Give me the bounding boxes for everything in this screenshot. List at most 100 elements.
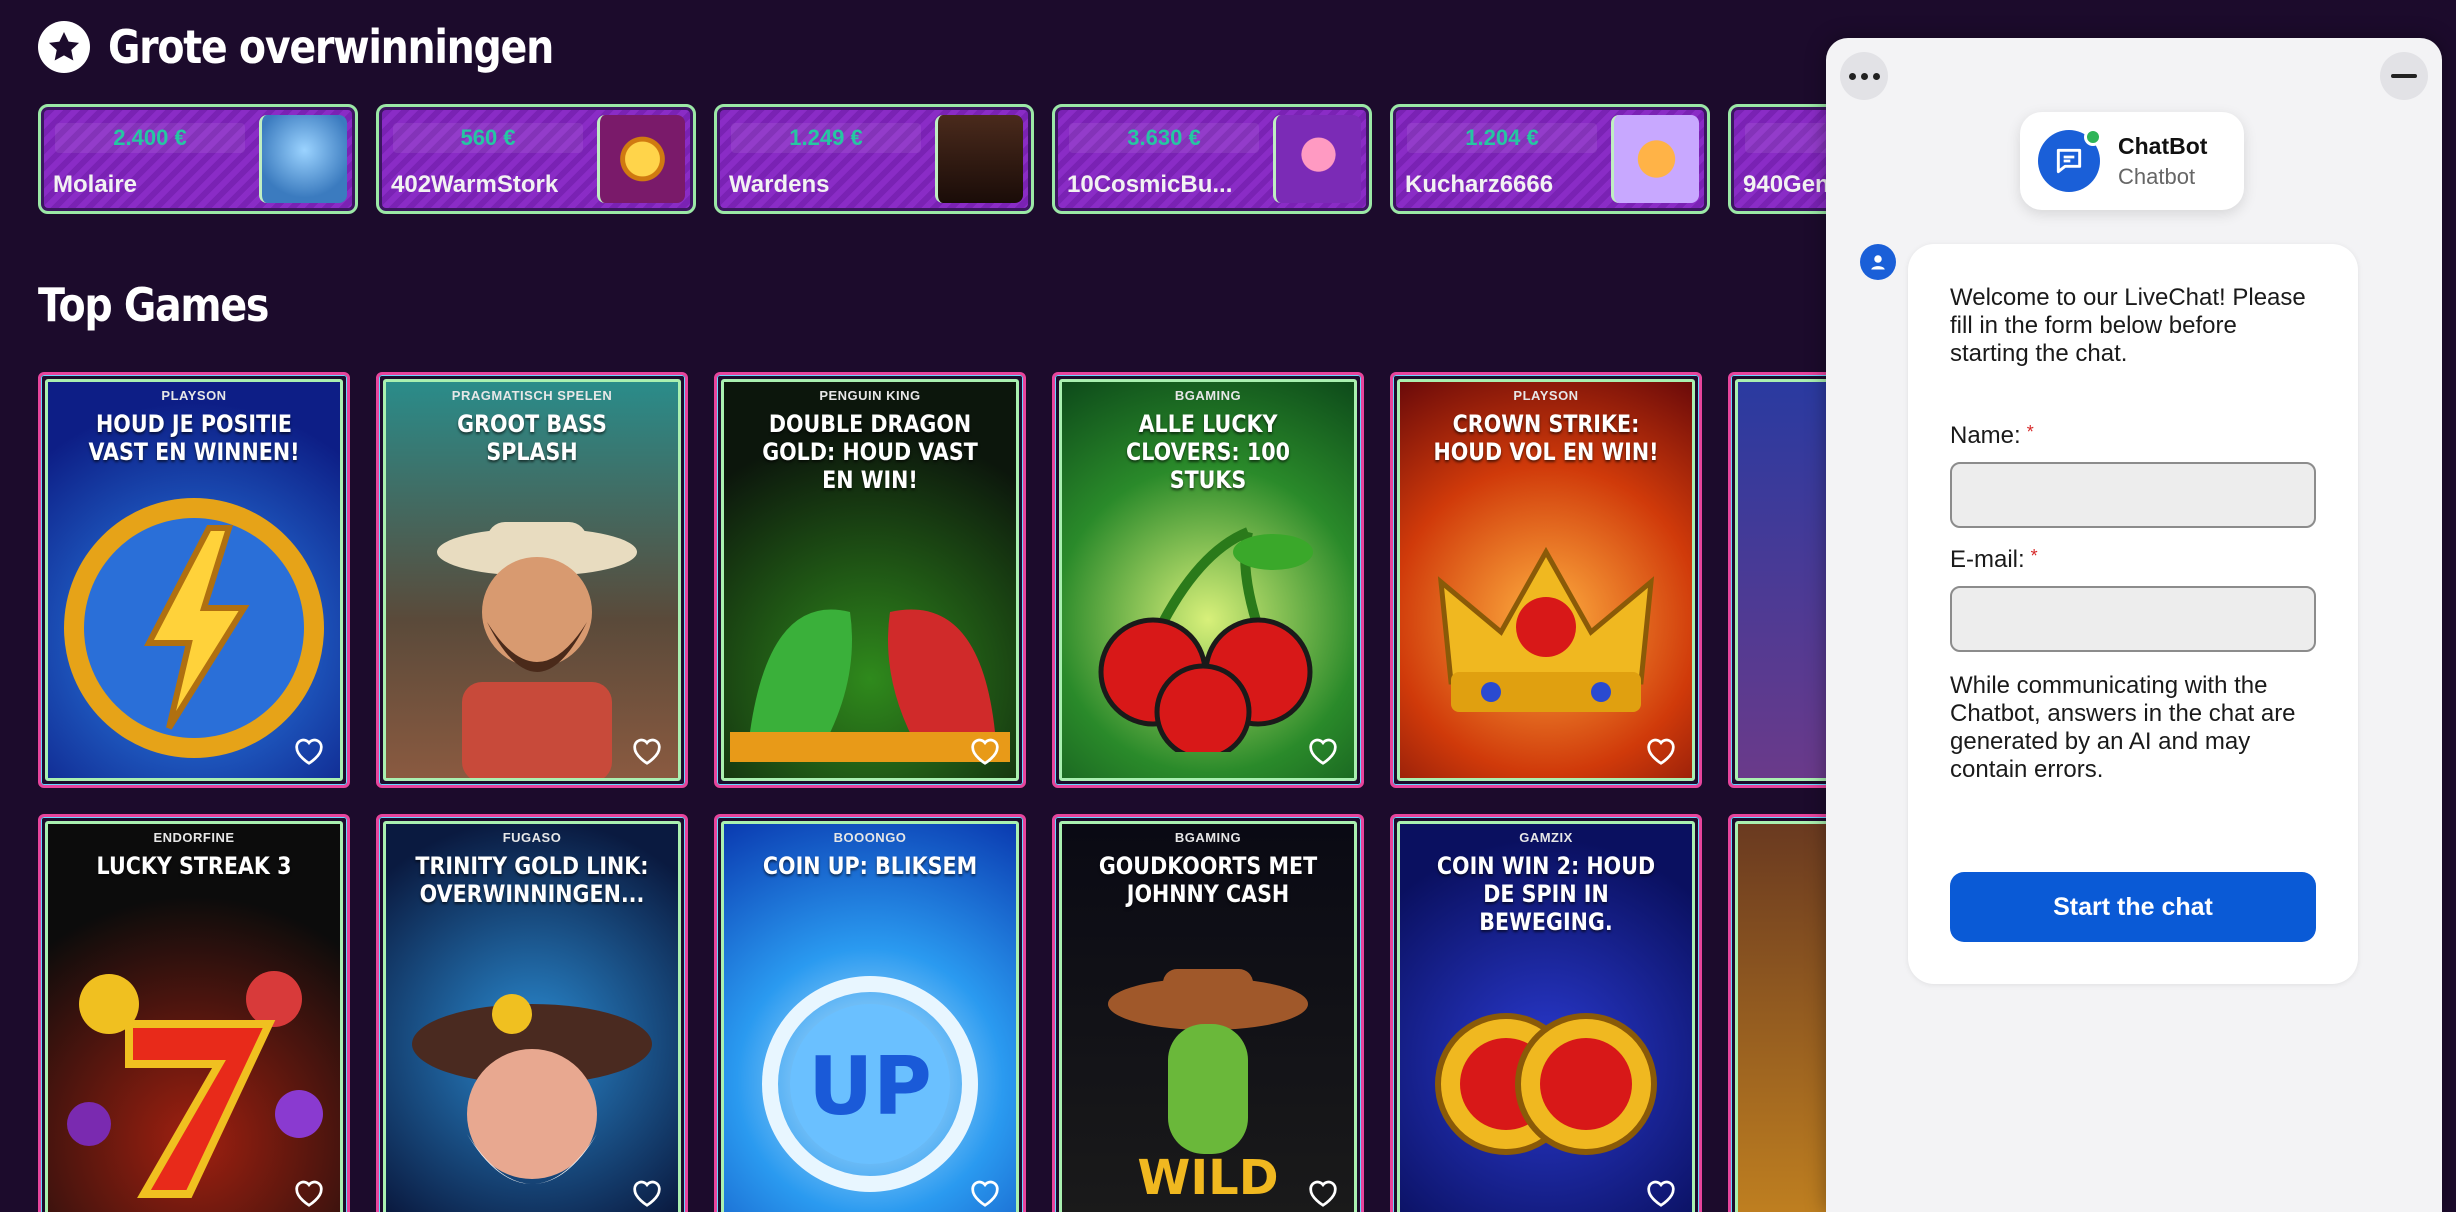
miner-art [412, 994, 652, 1184]
win-amount: 2.400 € [55, 123, 245, 153]
favorite-heart-icon[interactable] [1644, 736, 1678, 766]
favorite-heart-icon[interactable] [1306, 736, 1340, 766]
game-provider: ENDORFINE [153, 830, 235, 845]
game-title: LUCKY STREAK 3 [96, 852, 292, 880]
game-tile[interactable]: BOOONGO COIN UP: BLIKSEM UP [714, 814, 1026, 1212]
game-thumbnail [1611, 115, 1699, 203]
required-mark: * [2030, 546, 2038, 566]
game-provider: PRAGMATISCH SPELEN [451, 388, 613, 403]
gold-coins-art [1435, 1013, 1657, 1155]
win-amount: 3.630 € [1069, 123, 1259, 153]
game-title: GROOT BASS SPLASH [457, 410, 607, 466]
win-card[interactable]: 560 € 402WarmStork [376, 104, 696, 214]
win-player: Molaire [53, 171, 138, 198]
livechat-widget: ChatBot Chatbot Welcome to our LiveChat!… [1826, 38, 2442, 1212]
name-input[interactable] [1950, 462, 2316, 528]
chatbot-avatar [2038, 128, 2102, 192]
game-title: ALLE LUCKY CLOVERS: 100 STUKS [1126, 410, 1290, 494]
win-card[interactable]: 1.249 € Wardens [714, 104, 1034, 214]
win-amount: 1.204 € [1407, 123, 1597, 153]
prechat-form: Welcome to our LiveChat! Please fill in … [1908, 244, 2358, 984]
game-tile[interactable]: PENGUIN KING DOUBLE DRAGON GOLD: HOUD VA… [714, 372, 1026, 788]
game-title: GOUDKOORTS MET JOHNNY CASH [1098, 852, 1318, 908]
game-title: DOUBLE DRAGON GOLD: HOUD VAST EN WIN! [762, 410, 978, 494]
cherries-art [1098, 527, 1313, 752]
game-provider: PENGUIN KING [819, 388, 921, 403]
win-card[interactable]: 1.204 € Kucharz6666 [1390, 104, 1710, 214]
big-wins-strip: 2.400 € Molaire 560 € 402WarmStork 1.249… [38, 104, 2048, 214]
game-tile[interactable]: PLAYSON HOUD JE POSITIE VAST EN WINNEN! [38, 372, 350, 788]
win-player: Kucharz6666 [1405, 171, 1554, 198]
game-provider: BOOONGO [833, 830, 907, 845]
game-title: HOUD JE POSITIE VAST EN WINNEN! [88, 410, 300, 466]
game-title: COIN WIN 2: HOUD DE SPIN IN BEWEGING. [1436, 852, 1656, 936]
win-amount: 1.249 € [731, 123, 921, 153]
game-tile[interactable]: PLAYSON CROWN STRIKE: HOUD VOL EN WIN! [1390, 372, 1702, 788]
game-provider: GAMZIX [1519, 830, 1573, 845]
star-icon [38, 21, 90, 73]
game-provider: PLAYSON [1513, 388, 1579, 403]
online-status-dot [2084, 128, 2102, 146]
favorite-heart-icon[interactable] [1306, 1178, 1340, 1208]
top-games-header: Top Games [38, 278, 306, 332]
game-title: COIN UP: BLIKSEM [762, 852, 978, 880]
dragons-art [730, 609, 1010, 762]
game-thumbnail [1273, 115, 1361, 203]
win-player: 940Gent [1743, 171, 1838, 198]
win-player: 402WarmStork [391, 171, 559, 198]
chat-bubble-icon [2056, 148, 2082, 174]
required-mark: * [2026, 422, 2034, 442]
welcome-message: Welcome to our LiveChat! Please fill in … [1950, 284, 2306, 367]
game-provider: FUGASO [502, 830, 562, 845]
email-input[interactable] [1950, 586, 2316, 652]
bot-role: Chatbot [2118, 163, 2196, 189]
top-games-title: Top Games [38, 278, 269, 332]
game-tile[interactable]: FUGASO TRINITY GOLD LINK: OVERWINNINGEN.… [376, 814, 688, 1212]
big-wins-title: Grote overwinningen [108, 20, 554, 74]
game-thumbnail [259, 115, 347, 203]
game-thumbnail [597, 115, 685, 203]
bot-identity: ChatBot Chatbot [2020, 112, 2244, 210]
game-tile[interactable]: BGAMING GOUDKOORTS MET JOHNNY CASH WILD [1052, 814, 1364, 1212]
fisherman-art [437, 522, 637, 778]
game-thumbnail [935, 115, 1023, 203]
cactus-cowboy-art: WILD [1108, 969, 1308, 1204]
game-tile[interactable]: ENDORFINE LUCKY STREAK 3 [38, 814, 350, 1212]
favorite-heart-icon[interactable] [292, 736, 326, 766]
game-provider: BGAMING [1174, 830, 1242, 845]
game-tile[interactable]: GAMZIX COIN WIN 2: HOUD DE SPIN IN BEWEG… [1390, 814, 1702, 1212]
game-tile[interactable]: BGAMING ALLE LUCKY CLOVERS: 100 STUKS [1052, 372, 1364, 788]
name-label: Name: * [1950, 422, 2034, 449]
win-player: Wardens [729, 171, 830, 198]
game-provider: BGAMING [1174, 388, 1242, 403]
svg-text:WILD: WILD [1137, 1150, 1278, 1204]
lightning-coin-art [64, 498, 324, 758]
more-dots-icon [1848, 72, 1880, 80]
favorite-heart-icon[interactable] [968, 1178, 1002, 1208]
start-chat-button[interactable]: Start the chat [1950, 872, 2316, 942]
more-options-button[interactable] [1840, 52, 1888, 100]
favorite-heart-icon[interactable] [630, 1178, 664, 1208]
favorite-heart-icon[interactable] [968, 736, 1002, 766]
coin-up-art: UP [762, 976, 978, 1192]
game-title: TRINITY GOLD LINK: OVERWINNINGEN... [415, 852, 649, 908]
email-label: E-mail: * [1950, 546, 2038, 573]
big-wins-header: Grote overwinningen [38, 20, 625, 74]
user-avatar-icon [1860, 244, 1896, 280]
svg-text:UP: UP [808, 1040, 932, 1133]
favorite-heart-icon[interactable] [292, 1178, 326, 1208]
lucky-seven-art [67, 971, 323, 1198]
win-card[interactable]: 2.400 € Molaire [38, 104, 358, 214]
favorite-heart-icon[interactable] [1644, 1178, 1678, 1208]
casino-page: Grote overwinningen 2.400 € Molaire 560 … [0, 0, 2456, 1212]
game-tile[interactable]: PRAGMATISCH SPELEN GROOT BASS SPLASH [376, 372, 688, 788]
game-provider: PLAYSON [161, 388, 227, 403]
win-player: 10CosmicBu... [1067, 171, 1233, 198]
ai-disclaimer: While communicating with the Chatbot, an… [1950, 672, 2296, 783]
favorite-heart-icon[interactable] [630, 736, 664, 766]
win-card[interactable]: 3.630 € 10CosmicBu... [1052, 104, 1372, 214]
minimize-icon [2391, 74, 2417, 78]
bot-name: ChatBot [2118, 132, 2208, 159]
win-amount: 560 € [393, 123, 583, 153]
minimize-button[interactable] [2380, 52, 2428, 100]
